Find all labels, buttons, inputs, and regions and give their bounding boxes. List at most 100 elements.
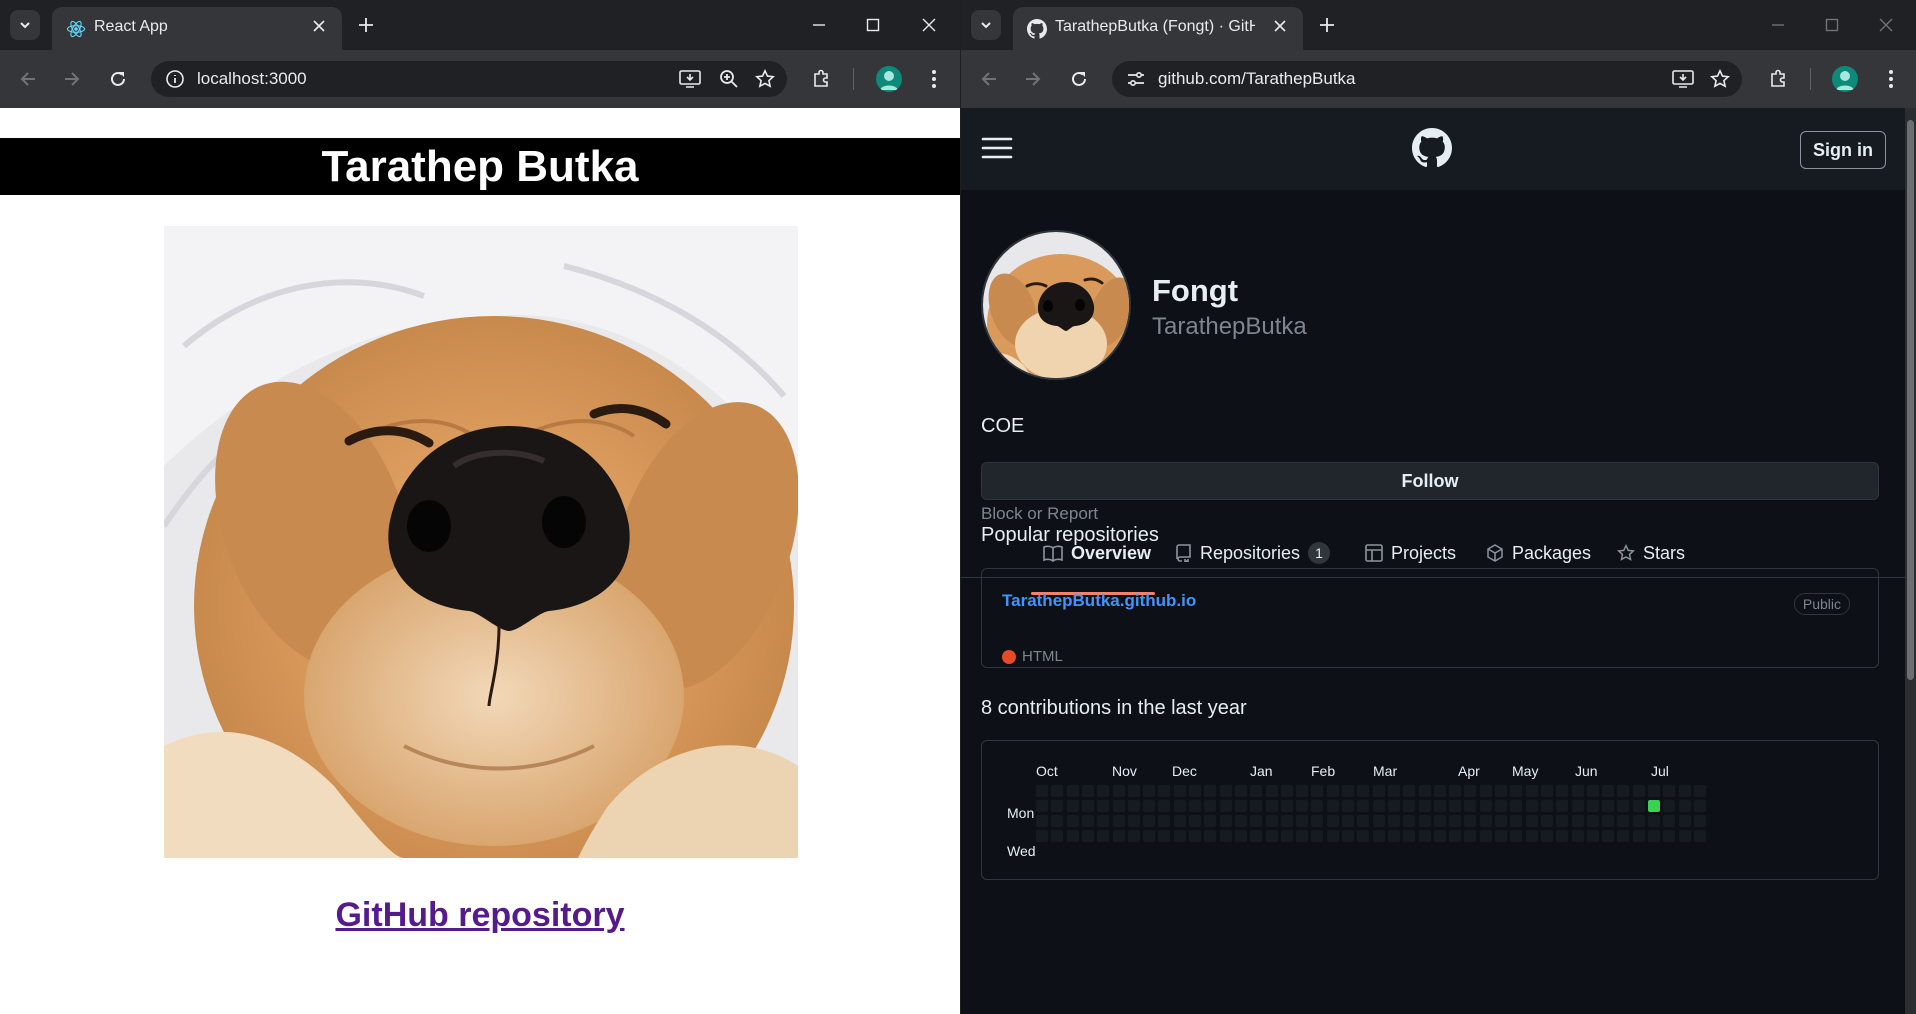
follow-button[interactable]: Follow bbox=[981, 462, 1879, 500]
contribution-cell[interactable] bbox=[1509, 814, 1524, 828]
contribution-cell[interactable] bbox=[1601, 784, 1616, 798]
contribution-cell[interactable] bbox=[1065, 829, 1080, 843]
contribution-cell[interactable] bbox=[1080, 799, 1095, 813]
contribution-cell[interactable] bbox=[1111, 814, 1126, 828]
contribution-cell[interactable] bbox=[1692, 784, 1707, 798]
contribution-cell[interactable] bbox=[1448, 814, 1463, 828]
contribution-cell[interactable] bbox=[1065, 814, 1080, 828]
contribution-cell[interactable] bbox=[1692, 814, 1707, 828]
contribution-cell[interactable] bbox=[1539, 814, 1554, 828]
zoom-icon[interactable] bbox=[719, 69, 739, 89]
contribution-cell[interactable] bbox=[1677, 814, 1692, 828]
contribution-cell[interactable] bbox=[1631, 829, 1646, 843]
contribution-cell[interactable] bbox=[1172, 829, 1187, 843]
contribution-cell[interactable] bbox=[1555, 829, 1570, 843]
contribution-cell[interactable] bbox=[1463, 784, 1478, 798]
contribution-cell[interactable] bbox=[1478, 799, 1493, 813]
contribution-cell[interactable] bbox=[1432, 784, 1447, 798]
contribution-cell[interactable] bbox=[1325, 784, 1340, 798]
contribution-cell[interactable] bbox=[1631, 799, 1646, 813]
contribution-cell[interactable] bbox=[1295, 829, 1310, 843]
contribution-cell[interactable] bbox=[1218, 784, 1233, 798]
contribution-cell[interactable] bbox=[1662, 829, 1677, 843]
contribution-cell[interactable] bbox=[1310, 814, 1325, 828]
address-bar[interactable]: localhost:3000 bbox=[151, 61, 787, 97]
github-logo-link[interactable] bbox=[1412, 128, 1452, 168]
github-repository-link[interactable]: GitHub repository bbox=[0, 896, 960, 935]
contribution-cell[interactable] bbox=[1371, 814, 1386, 828]
contribution-cell[interactable] bbox=[1233, 784, 1248, 798]
forward-button[interactable] bbox=[1019, 65, 1047, 93]
contribution-cell[interactable] bbox=[1035, 829, 1049, 843]
contribution-cell[interactable] bbox=[1524, 784, 1539, 798]
contribution-cell[interactable] bbox=[1050, 814, 1065, 828]
contribution-cell[interactable] bbox=[1417, 784, 1432, 798]
contribution-cell[interactable] bbox=[1080, 784, 1095, 798]
bookmark-star-icon[interactable] bbox=[755, 69, 775, 89]
contribution-cell[interactable] bbox=[1463, 829, 1478, 843]
contribution-cell[interactable] bbox=[1478, 784, 1493, 798]
contribution-cell[interactable] bbox=[1647, 784, 1661, 798]
contribution-cell[interactable] bbox=[1050, 799, 1065, 813]
close-window-button[interactable] bbox=[1859, 0, 1913, 50]
bookmark-star-icon[interactable] bbox=[1710, 69, 1730, 89]
back-button[interactable] bbox=[975, 65, 1003, 93]
contribution-cell[interactable] bbox=[1218, 814, 1233, 828]
contribution-cell[interactable] bbox=[1233, 814, 1248, 828]
repo-name-link[interactable]: TarathepButka.github.io bbox=[1002, 591, 1196, 611]
contribution-cell[interactable] bbox=[1371, 799, 1386, 813]
back-button[interactable] bbox=[14, 65, 42, 93]
contribution-cell[interactable] bbox=[1035, 799, 1049, 813]
contribution-cell[interactable] bbox=[1662, 784, 1677, 798]
contribution-cell[interactable] bbox=[1111, 799, 1126, 813]
contribution-cell[interactable] bbox=[1647, 799, 1661, 813]
extensions-button[interactable] bbox=[808, 65, 836, 93]
contribution-cell[interactable] bbox=[1157, 814, 1172, 828]
contribution-cell[interactable] bbox=[1249, 829, 1264, 843]
contribution-cell[interactable] bbox=[1356, 799, 1371, 813]
contribution-cell[interactable] bbox=[1341, 829, 1355, 843]
contribution-cell[interactable] bbox=[1402, 829, 1417, 843]
contribution-cell[interactable] bbox=[1172, 784, 1187, 798]
contribution-cell[interactable] bbox=[1478, 829, 1493, 843]
contribution-cell[interactable] bbox=[1310, 784, 1325, 798]
contribution-cell[interactable] bbox=[1631, 784, 1646, 798]
contribution-cell[interactable] bbox=[1264, 814, 1279, 828]
contribution-cell[interactable] bbox=[1494, 829, 1508, 843]
contribution-cell[interactable] bbox=[1157, 784, 1172, 798]
contribution-cell[interactable] bbox=[1677, 799, 1692, 813]
contribution-cell[interactable] bbox=[1692, 829, 1707, 843]
contribution-cell[interactable] bbox=[1295, 784, 1310, 798]
minimize-button[interactable] bbox=[792, 0, 846, 50]
contribution-cell[interactable] bbox=[1126, 829, 1141, 843]
contribution-cell[interactable] bbox=[1662, 814, 1677, 828]
contribution-cell[interactable] bbox=[1463, 799, 1478, 813]
contribution-cell[interactable] bbox=[1341, 799, 1355, 813]
close-tab-icon[interactable] bbox=[1269, 15, 1291, 37]
contribution-cell[interactable] bbox=[1050, 784, 1065, 798]
contribution-cell[interactable] bbox=[1647, 814, 1661, 828]
contribution-cell[interactable] bbox=[1203, 814, 1218, 828]
contribution-cell[interactable] bbox=[1142, 814, 1157, 828]
contribution-cell[interactable] bbox=[1111, 829, 1126, 843]
contribution-cell[interactable] bbox=[1203, 829, 1218, 843]
contribution-cell[interactable] bbox=[1310, 829, 1325, 843]
new-tab-button[interactable] bbox=[1314, 12, 1340, 38]
contribution-cell[interactable] bbox=[1524, 829, 1539, 843]
contribution-cell[interactable] bbox=[1233, 799, 1248, 813]
contribution-cell[interactable] bbox=[1371, 829, 1386, 843]
contribution-cell[interactable] bbox=[1417, 814, 1432, 828]
contribution-cell[interactable] bbox=[1065, 784, 1080, 798]
contribution-cell[interactable] bbox=[1371, 784, 1386, 798]
contribution-cell[interactable] bbox=[1295, 814, 1310, 828]
contribution-cell[interactable] bbox=[1203, 799, 1218, 813]
contribution-cell[interactable] bbox=[1448, 784, 1463, 798]
contribution-cell[interactable] bbox=[1188, 784, 1202, 798]
contribution-cell[interactable] bbox=[1142, 829, 1157, 843]
contribution-cell[interactable] bbox=[1096, 829, 1111, 843]
contribution-cell[interactable] bbox=[1539, 829, 1554, 843]
contribution-cell[interactable] bbox=[1601, 799, 1616, 813]
contribution-cell[interactable] bbox=[1677, 784, 1692, 798]
close-window-button[interactable] bbox=[902, 0, 956, 50]
menu-button[interactable] bbox=[1877, 65, 1905, 93]
